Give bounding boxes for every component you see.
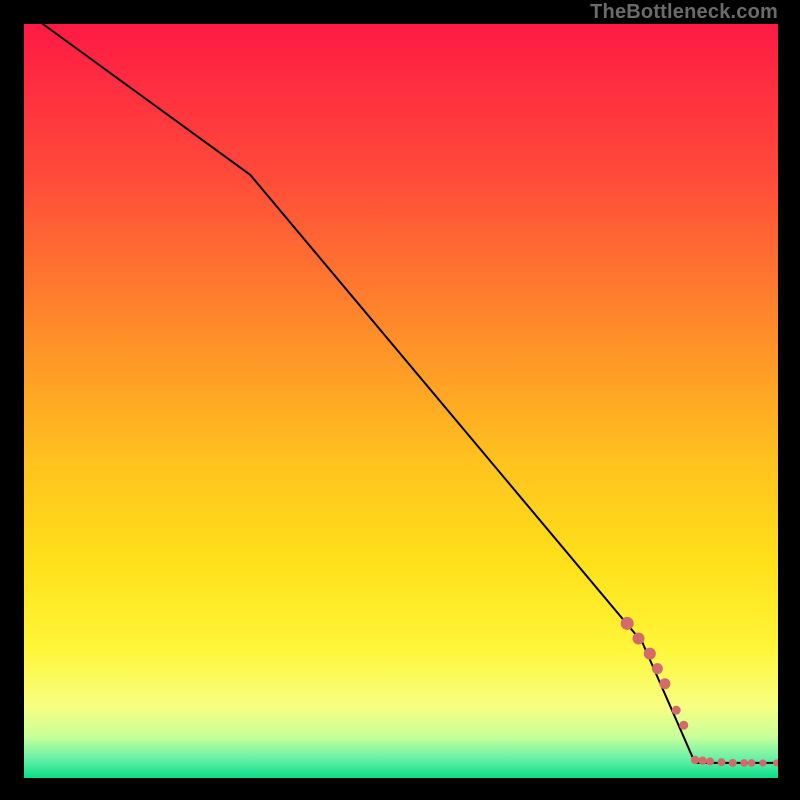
data-point xyxy=(759,759,766,766)
data-point xyxy=(621,617,634,630)
data-point xyxy=(698,756,706,764)
data-point xyxy=(691,756,699,764)
plot-area xyxy=(24,24,778,778)
data-point xyxy=(672,706,681,715)
curve-line xyxy=(43,24,778,763)
data-point xyxy=(706,757,714,765)
watermark-text: TheBottleneck.com xyxy=(590,2,778,22)
chart-stage: TheBottleneck.com xyxy=(0,0,800,800)
data-point xyxy=(679,721,688,730)
chart-svg xyxy=(24,24,778,778)
data-point xyxy=(748,759,756,767)
marker-group xyxy=(621,617,778,767)
data-point xyxy=(773,759,778,766)
data-point xyxy=(729,759,737,767)
data-point xyxy=(644,648,656,660)
data-point xyxy=(633,633,645,645)
data-point xyxy=(659,678,670,689)
data-point xyxy=(717,758,725,766)
data-point xyxy=(652,663,663,674)
data-point xyxy=(740,759,748,767)
